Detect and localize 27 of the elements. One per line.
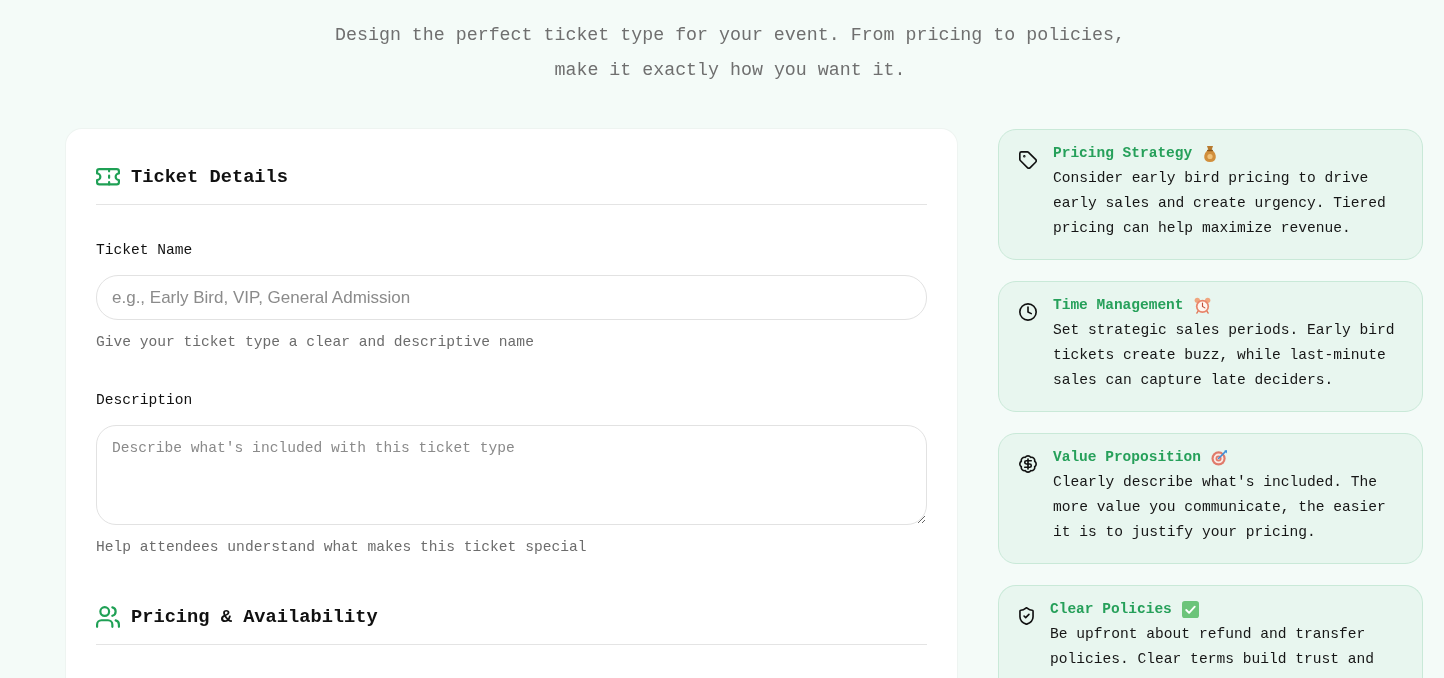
tip-title: Value Proposition — [1053, 448, 1201, 467]
tip-text: Consider early bird pricing to drive early sales and create urgency. Tiered pricing can help maximize revenue. — [1053, 169, 1387, 238]
help-text: Give your ticket type a clear and descriptive name — [96, 333, 535, 352]
page-subtitle: Design the perfect ticket type for your event. From pricing to policies, make it exactly how you want it. — [334, 24, 1126, 82]
dollar-badge-icon — [1019, 455, 1037, 473]
tip-text: Be upfront about refund and transfer policies. Clear terms build trust and — [1050, 625, 1376, 669]
tip-text: Clearly describe what's included. The more value you communicate, the easier it is to justify your pricing. — [1053, 473, 1387, 542]
help-text: Help attendees understand what makes this ticket special — [96, 538, 588, 557]
section-title: Ticket Details — [131, 165, 288, 190]
alarm-clock-icon — [1193, 297, 1211, 314]
tip-text: Set strategic sales periods. Early bird tickets create buzz, while last-minute sales can capture late deciders. — [1053, 321, 1396, 390]
text-area[interactable]: Describe what's included with this ticket type — [96, 425, 927, 525]
target-icon — [1210, 449, 1228, 466]
clock-icon — [1019, 303, 1037, 321]
tip-title: Clear Policies — [1050, 600, 1172, 619]
section-title: Pricing & Availability — [131, 605, 378, 630]
ticket-icon — [96, 168, 120, 186]
check-mark-icon — [1181, 601, 1199, 618]
people-icon — [96, 606, 120, 628]
text-input[interactable]: e.g., Early Bird, VIP, General Admission — [96, 275, 927, 320]
tip-title: Time Management — [1053, 296, 1184, 315]
tip-title: Pricing Strategy — [1053, 144, 1193, 163]
money-bag-icon — [1202, 144, 1219, 163]
field-label: Description — [96, 391, 194, 410]
field-label: Ticket Name — [96, 241, 194, 260]
shield-check-icon — [1019, 607, 1034, 625]
tag-icon — [1019, 151, 1037, 169]
